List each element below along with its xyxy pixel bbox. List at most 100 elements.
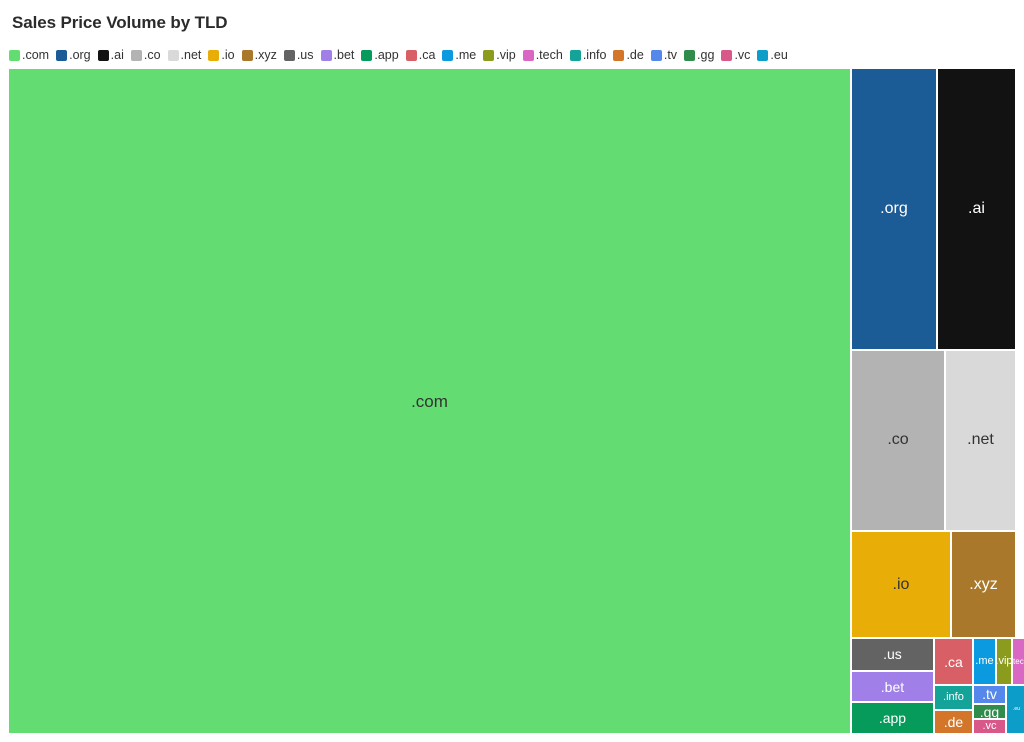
treemap-tile-com[interactable]: .com (8, 68, 851, 734)
legend-swatch-icon (684, 49, 696, 61)
treemap-tile-label: .app (878, 710, 907, 727)
treemap-tile-label: .tv (982, 686, 997, 703)
treemap-tile-xyz[interactable]: .xyz (950, 531, 1016, 639)
treemap-tile-eu[interactable]: .eu (1006, 685, 1024, 734)
legend-item-xyz[interactable]: .xyz (241, 47, 277, 62)
legend-item-us[interactable]: .us (283, 47, 314, 62)
treemap-tile-gg[interactable]: .gg (972, 703, 1006, 720)
legend-swatch-icon (405, 49, 417, 61)
legend-item-label: .info (582, 47, 607, 62)
treemap-tile-app[interactable]: .app (850, 702, 934, 734)
treemap-tile-ai[interactable]: .ai (936, 68, 1016, 350)
legend-item-ca[interactable]: .ca (405, 47, 436, 62)
legend-swatch-icon (613, 49, 625, 61)
legend-item-label: .tv (663, 47, 678, 62)
legend-item-io[interactable]: .io (208, 47, 235, 62)
treemap-tile-io[interactable]: .io (850, 531, 951, 639)
legend-item-label: .vip (496, 47, 516, 62)
treemap-tile-label: .ca (944, 653, 963, 670)
chart-title: Sales Price Volume by TLD (12, 13, 228, 32)
legend-item-tech[interactable]: .tech (522, 47, 563, 62)
legend-item-de[interactable]: .de (613, 47, 644, 62)
legend-item-gg[interactable]: .gg (684, 49, 714, 62)
legend-item-vip[interactable]: .vip (483, 47, 516, 62)
legend-swatch-icon (569, 49, 581, 61)
legend-item-label: .net (180, 47, 202, 62)
treemap-tile-label: .com (411, 391, 448, 411)
treemap-tile-label: .eu (1013, 706, 1020, 713)
legend-item-vc[interactable]: .vc (721, 49, 750, 62)
treemap-tile-vc[interactable]: .vc (972, 719, 1006, 734)
legend-item-label: .tech (535, 47, 563, 62)
legend-item-label: .co (143, 47, 161, 62)
legend-swatch-icon (283, 49, 295, 61)
legend-item-org[interactable]: .org (56, 49, 91, 62)
legend-item-label: .app (374, 47, 399, 62)
legend-item-label: .io (221, 47, 235, 62)
treemap-tile-label: .vip (995, 655, 1012, 668)
legend-item-label: .us (296, 47, 314, 62)
legend-swatch-icon (442, 49, 454, 61)
treemap-tile-label: .org (880, 199, 908, 217)
legend-item-label: .com (22, 47, 50, 62)
legend-item-eu[interactable]: .eu (757, 47, 788, 62)
legend-item-bet[interactable]: .bet (320, 47, 355, 62)
legend-swatch-icon (650, 49, 662, 61)
legend-swatch-icon (167, 49, 179, 61)
treemap-tile-label: .info (943, 691, 964, 704)
legend-swatch-icon (9, 49, 20, 61)
legend-item-label: .ca (418, 47, 436, 62)
treemap-tile-de[interactable]: .de (933, 710, 973, 734)
treemap-tile-label: .tech (1013, 656, 1024, 666)
legend-item-label: .org (69, 47, 91, 62)
legend-swatch-icon (522, 49, 534, 61)
legend-swatch-icon (757, 49, 769, 61)
treemap-chart: Sales Price Volume by TLD .com .org .ai .co… (0, 0, 1024, 742)
legend-swatch-icon (320, 49, 332, 61)
treemap-tile-label: .ai (968, 199, 985, 217)
treemap-tile-vip[interactable]: .vip (995, 638, 1012, 686)
treemap-tile-label: .io (892, 575, 910, 593)
treemap-tile-bet[interactable]: .bet (850, 670, 934, 703)
legend-item-com[interactable]: .com (9, 49, 49, 62)
treemap-tile-label: .de (943, 714, 964, 730)
legend-swatch-icon (130, 49, 142, 61)
legend-item-label: .gg (697, 47, 715, 62)
legend-swatch-icon (56, 49, 68, 61)
legend-item-label: .vc (734, 47, 751, 62)
legend-swatch-icon (208, 49, 220, 61)
legend-swatch-icon (721, 49, 733, 61)
treemap-tile-label: .xyz (969, 575, 998, 593)
treemap-tile-label: .gg (979, 703, 1000, 720)
legend-item-label: .me (455, 47, 477, 62)
legend-item-tv[interactable]: .tv (650, 47, 678, 62)
legend-item-label: .eu (770, 47, 788, 62)
treemap-tile-us[interactable]: .us (850, 638, 934, 671)
legend-item-label: .bet (333, 47, 355, 62)
treemap-tile-info[interactable]: .info (933, 685, 973, 711)
legend-item-label: .xyz (254, 47, 277, 62)
treemap-tile-label: .net (967, 431, 994, 449)
treemap-tile-net[interactable]: .net (945, 349, 1016, 531)
treemap-tile-tv[interactable]: .tv (972, 685, 1006, 704)
treemap-tile-co[interactable]: .co (850, 349, 946, 531)
legend-swatch-icon (97, 49, 109, 61)
treemap-tile-label: .me (975, 655, 994, 668)
legend-item-me[interactable]: .me (442, 49, 476, 62)
treemap-tile-label: .vc (982, 720, 997, 733)
legend-item-co[interactable]: .co (130, 47, 161, 62)
legend-swatch-icon (361, 49, 373, 61)
legend-item-info[interactable]: .info (569, 47, 607, 62)
legend-item-label: .de (626, 47, 644, 62)
treemap-tile-label: .us (883, 646, 902, 663)
treemap-tile-tech[interactable]: .tech (1011, 638, 1024, 686)
legend-item-app[interactable]: .app (361, 47, 399, 62)
legend-item-net[interactable]: .net (167, 47, 202, 62)
legend: .com .org .ai .co .net .io .xyz .us .bet .app .ca.… (9, 46, 795, 64)
legend-item-ai[interactable]: .ai (97, 49, 124, 62)
treemap-tile-ca[interactable]: .ca (933, 638, 973, 686)
treemap-tile-org[interactable]: .org (850, 68, 937, 350)
treemap-tile-me[interactable]: .me (972, 638, 996, 686)
treemap-tile-label: .co (887, 431, 909, 449)
legend-swatch-icon (483, 49, 495, 61)
